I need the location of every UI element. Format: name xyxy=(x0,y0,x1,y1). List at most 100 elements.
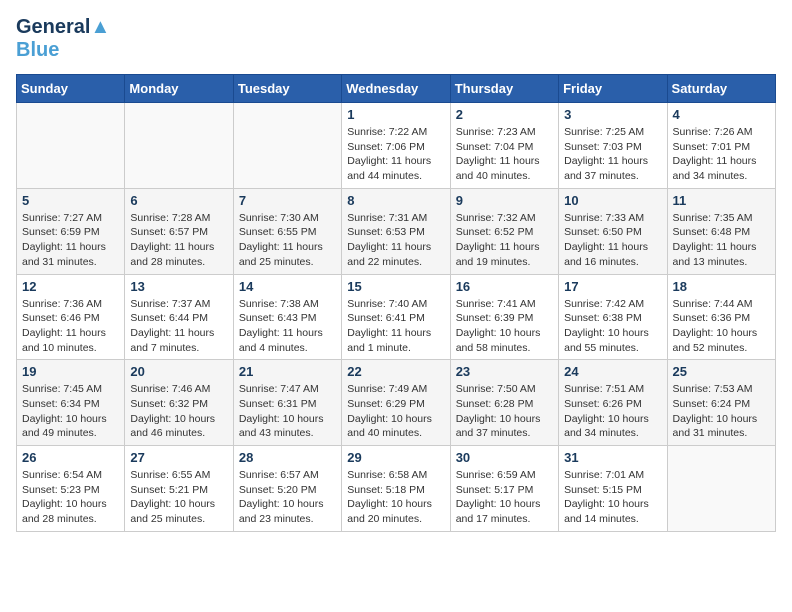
day-info: Sunrise: 7:25 AMSunset: 7:03 PMDaylight:… xyxy=(564,125,661,184)
week-row-1: 1 Sunrise: 7:22 AMSunset: 7:06 PMDaylight… xyxy=(17,103,776,189)
day-number: 18 xyxy=(673,279,770,294)
week-row-3: 12Sunrise: 7:36 AMSunset: 6:46 PMDayligh… xyxy=(17,274,776,360)
calendar-cell xyxy=(667,446,775,532)
calendar-cell: 19 Sunrise: 7:45 AMSunset: 6:34 PMDayligh… xyxy=(17,360,125,446)
day-info: Sunrise: 7:42 AMSunset: 6:38 PMDaylight:… xyxy=(564,297,661,356)
day-number: 29 xyxy=(347,450,444,465)
calendar-cell: 8 Sunrise: 7:31 AMSunset: 6:53 PMDaylight… xyxy=(342,188,450,274)
calendar-cell: 18 Sunrise: 7:44 AMSunset: 6:36 PMDayligh… xyxy=(667,274,775,360)
day-info: Sunrise: 6:59 AMSunset: 5:17 PMDaylight:… xyxy=(456,468,553,527)
day-info: Sunrise: 6:54 AMSunset: 5:23 PMDaylight:… xyxy=(22,468,119,527)
day-number: 1 xyxy=(347,107,444,122)
page-header: General▲Blue xyxy=(16,16,776,62)
calendar-cell xyxy=(17,103,125,189)
calendar-cell: 25 Sunrise: 7:53 AMSunset: 6:24 PMDayligh… xyxy=(667,360,775,446)
calendar-cell: 24 Sunrise: 7:51 AMSunset: 6:26 PMDayligh… xyxy=(559,360,667,446)
day-number: 23 xyxy=(456,364,553,379)
day-number: 25 xyxy=(673,364,770,379)
day-info: Sunrise: 6:58 AMSunset: 5:18 PMDaylight:… xyxy=(347,468,444,527)
calendar-cell: 30 Sunrise: 6:59 AMSunset: 5:17 PMDayligh… xyxy=(450,446,558,532)
day-header-monday: Monday xyxy=(125,75,233,103)
day-number: 3 xyxy=(564,107,661,122)
day-info: Sunrise: 7:32 AMSunset: 6:52 PMDaylight:… xyxy=(456,211,553,270)
week-row-5: 26 Sunrise: 6:54 AMSunset: 5:23 PMDayligh… xyxy=(17,446,776,532)
day-info: Sunrise: 7:49 AMSunset: 6:29 PMDaylight:… xyxy=(347,382,444,441)
calendar-cell: 10 Sunrise: 7:33 AMSunset: 6:50 PMDayligh… xyxy=(559,188,667,274)
logo: General▲Blue xyxy=(16,16,110,62)
calendar-cell: 23 Sunrise: 7:50 AMSunset: 6:28 PMDayligh… xyxy=(450,360,558,446)
day-number: 8 xyxy=(347,193,444,208)
day-info: Sunrise: 7:41 AMSunset: 6:39 PMDaylight:… xyxy=(456,297,553,356)
day-number: 15 xyxy=(347,279,444,294)
day-info: Sunrise: 7:01 AMSunset: 5:15 PMDaylight:… xyxy=(564,468,661,527)
day-number: 16 xyxy=(456,279,553,294)
day-info: Sunrise: 7:30 AMSunset: 6:55 PMDaylight:… xyxy=(239,211,336,270)
day-info: Sunrise: 7:44 AMSunset: 6:36 PMDaylight:… xyxy=(673,297,770,356)
calendar-cell: 1 Sunrise: 7:22 AMSunset: 7:06 PMDaylight… xyxy=(342,103,450,189)
day-number: 10 xyxy=(564,193,661,208)
calendar-cell: 12Sunrise: 7:36 AMSunset: 6:46 PMDayligh… xyxy=(17,274,125,360)
day-number: 20 xyxy=(130,364,227,379)
calendar-cell: 7 Sunrise: 7:30 AMSunset: 6:55 PMDaylight… xyxy=(233,188,341,274)
calendar-cell xyxy=(233,103,341,189)
day-number: 6 xyxy=(130,193,227,208)
day-info: Sunrise: 7:31 AMSunset: 6:53 PMDaylight:… xyxy=(347,211,444,270)
calendar-cell: 22 Sunrise: 7:49 AMSunset: 6:29 PMDayligh… xyxy=(342,360,450,446)
day-info: Sunrise: 7:46 AMSunset: 6:32 PMDaylight:… xyxy=(130,382,227,441)
day-number: 7 xyxy=(239,193,336,208)
week-row-2: 5Sunrise: 7:27 AMSunset: 6:59 PMDaylight… xyxy=(17,188,776,274)
calendar-cell: 27Sunrise: 6:55 AMSunset: 5:21 PMDayligh… xyxy=(125,446,233,532)
day-number: 24 xyxy=(564,364,661,379)
day-header-sunday: Sunday xyxy=(17,75,125,103)
day-info: Sunrise: 7:28 AMSunset: 6:57 PMDaylight:… xyxy=(130,211,227,270)
day-number: 4 xyxy=(673,107,770,122)
day-header-friday: Friday xyxy=(559,75,667,103)
day-number: 9 xyxy=(456,193,553,208)
day-number: 27 xyxy=(130,450,227,465)
day-info: Sunrise: 7:35 AMSunset: 6:48 PMDaylight:… xyxy=(673,211,770,270)
day-info: Sunrise: 6:57 AMSunset: 5:20 PMDaylight:… xyxy=(239,468,336,527)
day-info: Sunrise: 7:33 AMSunset: 6:50 PMDaylight:… xyxy=(564,211,661,270)
calendar-cell: 4 Sunrise: 7:26 AMSunset: 7:01 PMDaylight… xyxy=(667,103,775,189)
day-number: 11 xyxy=(673,193,770,208)
calendar-table: SundayMondayTuesdayWednesdayThursdayFrid… xyxy=(16,74,776,532)
day-number: 28 xyxy=(239,450,336,465)
calendar-cell: 11 Sunrise: 7:35 AMSunset: 6:48 PMDayligh… xyxy=(667,188,775,274)
day-number: 26 xyxy=(22,450,119,465)
calendar-cell: 13 Sunrise: 7:37 AMSunset: 6:44 PMDayligh… xyxy=(125,274,233,360)
calendar-cell: 14Sunrise: 7:38 AMSunset: 6:43 PMDayligh… xyxy=(233,274,341,360)
calendar-cell: 3 Sunrise: 7:25 AMSunset: 7:03 PMDaylight… xyxy=(559,103,667,189)
day-number: 19 xyxy=(22,364,119,379)
day-info: Sunrise: 7:51 AMSunset: 6:26 PMDaylight:… xyxy=(564,382,661,441)
calendar-cell: 20 Sunrise: 7:46 AMSunset: 6:32 PMDayligh… xyxy=(125,360,233,446)
day-info: Sunrise: 7:23 AMSunset: 7:04 PMDaylight:… xyxy=(456,125,553,184)
day-info: Sunrise: 7:50 AMSunset: 6:28 PMDaylight:… xyxy=(456,382,553,441)
calendar-cell: 29 Sunrise: 6:58 AMSunset: 5:18 PMDayligh… xyxy=(342,446,450,532)
calendar-cell: 2 Sunrise: 7:23 AMSunset: 7:04 PMDaylight… xyxy=(450,103,558,189)
day-info: Sunrise: 7:37 AMSunset: 6:44 PMDaylight:… xyxy=(130,297,227,356)
day-info: Sunrise: 7:22 AMSunset: 7:06 PMDaylight:… xyxy=(347,125,444,184)
day-info: Sunrise: 7:53 AMSunset: 6:24 PMDaylight:… xyxy=(673,382,770,441)
calendar-cell: 15Sunrise: 7:40 AMSunset: 6:41 PMDayligh… xyxy=(342,274,450,360)
calendar-cell: 17 Sunrise: 7:42 AMSunset: 6:38 PMDayligh… xyxy=(559,274,667,360)
calendar-cell: 6 Sunrise: 7:28 AMSunset: 6:57 PMDaylight… xyxy=(125,188,233,274)
calendar-cell: 5Sunrise: 7:27 AMSunset: 6:59 PMDaylight… xyxy=(17,188,125,274)
day-info: Sunrise: 7:26 AMSunset: 7:01 PMDaylight:… xyxy=(673,125,770,184)
day-number: 14 xyxy=(239,279,336,294)
calendar-cell: 28 Sunrise: 6:57 AMSunset: 5:20 PMDayligh… xyxy=(233,446,341,532)
calendar-cell: 16 Sunrise: 7:41 AMSunset: 6:39 PMDayligh… xyxy=(450,274,558,360)
day-number: 2 xyxy=(456,107,553,122)
calendar-cell: 21Sunrise: 7:47 AMSunset: 6:31 PMDayligh… xyxy=(233,360,341,446)
week-row-4: 19 Sunrise: 7:45 AMSunset: 6:34 PMDayligh… xyxy=(17,360,776,446)
day-number: 30 xyxy=(456,450,553,465)
calendar-cell xyxy=(125,103,233,189)
day-info: Sunrise: 7:45 AMSunset: 6:34 PMDaylight:… xyxy=(22,382,119,441)
calendar-cell: 31Sunrise: 7:01 AMSunset: 5:15 PMDayligh… xyxy=(559,446,667,532)
day-header-tuesday: Tuesday xyxy=(233,75,341,103)
day-info: Sunrise: 7:27 AMSunset: 6:59 PMDaylight:… xyxy=(22,211,119,270)
day-number: 17 xyxy=(564,279,661,294)
day-number: 22 xyxy=(347,364,444,379)
calendar-cell: 26 Sunrise: 6:54 AMSunset: 5:23 PMDayligh… xyxy=(17,446,125,532)
day-number: 12 xyxy=(22,279,119,294)
day-number: 13 xyxy=(130,279,227,294)
